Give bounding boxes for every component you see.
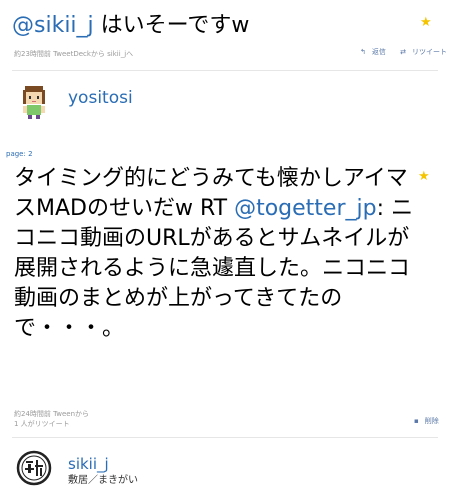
mention-link[interactable]: @sikii_j bbox=[12, 13, 94, 38]
tweet-meta: 約24時間前 Tweenから bbox=[14, 410, 90, 418]
reply-icon: ↰ bbox=[360, 48, 366, 56]
reply-label: 返信 bbox=[371, 48, 386, 56]
tweet-text: タイミング的にどうみても懐かしアイマスMADのせいだw RT @togetter… bbox=[14, 164, 414, 344]
star-icon[interactable]: ★ bbox=[418, 170, 430, 183]
delete-icon: ▪ bbox=[414, 417, 419, 425]
reply-button[interactable]: ↰ 返信 bbox=[354, 48, 386, 56]
tweet-meta: 約23時間前 TweetDeckから sikii_jへ bbox=[14, 50, 134, 58]
user-real-name: 敷居／まきがい bbox=[68, 475, 138, 486]
delete-label: 削除 bbox=[424, 417, 439, 425]
retweet-icon: ⇄ bbox=[400, 48, 406, 56]
pixel-person-avatar-icon[interactable] bbox=[16, 84, 52, 120]
tweet-actions: ▪ 削除 bbox=[402, 417, 439, 426]
tweet-body: はいそーですw bbox=[93, 13, 250, 38]
kanji-seal-avatar-icon[interactable] bbox=[16, 450, 52, 486]
retweet-count[interactable]: 1 人がリツイート bbox=[14, 420, 70, 429]
tweet-timeline: @sikii_j はいそーですw ★ 約23時間前 TweetDeckから si… bbox=[0, 0, 450, 500]
mention-link[interactable]: @togetter_jp bbox=[234, 196, 377, 221]
tweet-text: @sikii_j はいそーですw bbox=[12, 12, 417, 40]
retweet-button[interactable]: ⇄ リツイート bbox=[394, 48, 447, 56]
user-screen-name[interactable]: sikii_j bbox=[68, 455, 109, 473]
user-screen-name[interactable]: yositosi bbox=[68, 88, 133, 108]
retweet-label: リツイート bbox=[411, 48, 447, 56]
tweet-actions: ↰ 返信 ⇄ リツイート bbox=[348, 48, 447, 57]
divider bbox=[12, 70, 438, 71]
page-label: page: 2 bbox=[6, 150, 33, 158]
delete-button[interactable]: ▪ 削除 bbox=[408, 417, 439, 425]
star-icon[interactable]: ★ bbox=[420, 16, 432, 29]
divider bbox=[12, 437, 438, 438]
